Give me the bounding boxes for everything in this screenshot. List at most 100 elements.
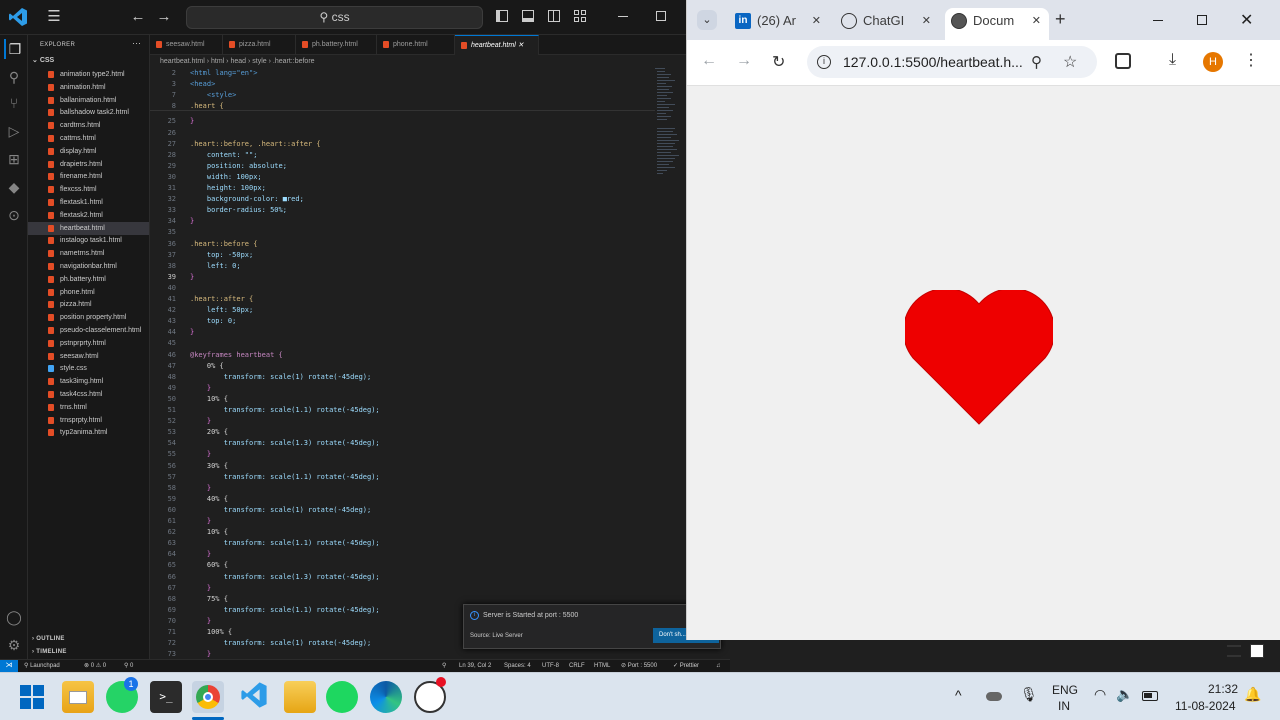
file-item[interactable]: flextask1.html — [28, 196, 149, 209]
toggle-panel-icon[interactable] — [522, 10, 534, 22]
breadcrumb-item[interactable]: heartbeat.html — [160, 58, 205, 65]
file-item[interactable]: heartbeat.html — [28, 221, 149, 235]
encoding-status[interactable]: UTF-8 — [542, 660, 559, 672]
file-item[interactable]: flextask2.html — [28, 209, 149, 222]
file-item[interactable]: cattms.html — [28, 132, 149, 145]
explorer-icon[interactable]: ❐ — [4, 39, 24, 59]
browser-tab[interactable]: in (26) Ar ✕ — [729, 8, 829, 40]
clock-date[interactable]: 11-08-2024 — [1175, 699, 1236, 713]
python-icon[interactable]: ◆ — [4, 177, 24, 197]
live-server-port[interactable]: ⊘ Port : 5500 — [621, 660, 657, 672]
close-tab-icon[interactable]: ✕ — [922, 8, 931, 34]
customize-layout-icon[interactable] — [574, 10, 588, 22]
language-status[interactable]: HTML — [594, 660, 610, 672]
windows-start-icon[interactable] — [20, 685, 44, 709]
breadcrumb-item[interactable]: .heart::before — [273, 58, 315, 65]
launchpad-status[interactable]: ⚲ Launchpad — [24, 660, 60, 672]
breadcrumb-item[interactable]: html — [211, 58, 224, 65]
file-item[interactable]: ballshadow task2.html — [28, 106, 149, 119]
chrome-maximize-icon[interactable] — [1197, 15, 1207, 25]
file-item[interactable]: flexcss.html — [28, 183, 149, 196]
minimize-icon[interactable] — [618, 16, 628, 17]
close-tab-icon[interactable]: ✕ — [1032, 8, 1041, 34]
file-item[interactable]: firename.html — [28, 170, 149, 183]
ports-status[interactable]: ⚲ 0 — [124, 660, 133, 672]
file-item[interactable]: trnsprpty.html — [28, 414, 149, 427]
code-editor[interactable]: 2 <html lang="en"> 3 <head> 7 <style> 8 .heart… — [150, 68, 655, 659]
zoom-icon[interactable]: ⚲ — [442, 660, 446, 672]
indentation-status[interactable]: Spaces: 4 — [504, 660, 531, 672]
clock-time[interactable]: 21:32 — [1208, 682, 1238, 696]
terminal-icon[interactable]: >_ — [150, 681, 182, 713]
list-view-icon[interactable] — [1227, 645, 1241, 657]
file-item[interactable]: animation.html — [28, 81, 149, 94]
wifi-icon[interactable]: ◠ — [1094, 686, 1106, 703]
file-item[interactable]: seesaw.html — [28, 350, 149, 363]
file-item[interactable]: nametrns.html — [28, 247, 149, 260]
account-icon[interactable]: ◯ — [4, 607, 24, 627]
notifications-bell-icon[interactable]: ♫ — [716, 660, 721, 672]
site-info-icon[interactable]: i — [817, 55, 831, 69]
file-item[interactable]: phone.html — [28, 286, 149, 299]
tile-view-icon[interactable] — [1250, 644, 1264, 658]
chrome-close-icon[interactable]: ✕ — [1240, 10, 1253, 30]
back-arrow-icon[interactable]: ← — [128, 7, 148, 27]
breadcrumb-item[interactable]: head — [230, 58, 246, 65]
file-explorer-window-icon[interactable] — [62, 681, 94, 713]
editor-tab[interactable]: heartbeat.html ✕ — [455, 35, 539, 55]
file-item[interactable]: trns.html — [28, 401, 149, 414]
new-tab-plus-icon[interactable]: + — [1055, 9, 1066, 30]
file-item[interactable]: task4css.html — [28, 388, 149, 401]
browser-tab[interactable]: ChatGI ✕ — [835, 8, 939, 40]
problems-status[interactable]: ⊗ 0 ⚠ 0 — [84, 660, 106, 672]
file-item[interactable]: position property.html — [28, 311, 149, 324]
file-item[interactable]: ph.battery.html — [28, 273, 149, 286]
folder-css[interactable]: ⌄ CSS — [32, 56, 54, 64]
forward-arrow-icon[interactable]: → — [154, 7, 174, 27]
input-region[interactable]: IN — [1058, 699, 1070, 713]
source-control-icon[interactable]: ⑂ — [4, 93, 24, 113]
outline-section[interactable]: › OUTLINE — [32, 636, 65, 642]
file-item[interactable]: instalogo task1.html — [28, 234, 149, 247]
file-item[interactable]: drapietrs.html — [28, 158, 149, 171]
menu-icon[interactable]: ☰ — [44, 7, 64, 27]
onedrive-cloud-icon[interactable] — [986, 692, 1002, 701]
editor-tab[interactable]: seesaw.html — [150, 35, 223, 55]
vscode-taskbar-icon[interactable] — [240, 681, 268, 709]
remote-explorer-icon[interactable]: ⊙ — [4, 205, 24, 225]
more-actions-icon[interactable]: ··· — [132, 38, 141, 48]
chatgpt-icon[interactable] — [414, 677, 446, 713]
extensions-puzzle-icon[interactable] — [1115, 53, 1131, 69]
close-tab-icon[interactable]: ✕ — [516, 42, 524, 49]
file-item[interactable]: ballanimation.html — [28, 94, 149, 107]
reload-icon[interactable]: ↻ — [772, 52, 785, 72]
bookmark-star-icon[interactable]: ☆ — [1063, 52, 1077, 72]
input-language[interactable]: ENG — [1052, 683, 1078, 697]
chrome-taskbar-icon[interactable] — [192, 681, 224, 713]
url-text[interactable]: 127.0.0.1:5500/heartbeat.h... — [843, 46, 1023, 78]
split-editor-icon[interactable] — [548, 10, 560, 22]
file-explorer-icon[interactable] — [284, 681, 316, 713]
file-item[interactable]: animation type2.html — [28, 68, 149, 81]
file-item[interactable]: display.html — [28, 145, 149, 158]
profile-avatar[interactable]: H — [1203, 52, 1223, 72]
timeline-section[interactable]: › TIMELINE — [32, 649, 67, 655]
command-center-search[interactable]: ⚲ css — [186, 6, 483, 29]
run-debug-icon[interactable]: ▷ — [4, 121, 24, 141]
chrome-menu-icon[interactable]: ⋮ — [1243, 50, 1259, 70]
file-item[interactable]: pstnprprty.html — [28, 337, 149, 350]
remote-indicator-icon[interactable]: ⋊ — [0, 660, 18, 672]
editor-tab[interactable]: phone.html — [377, 35, 455, 55]
tab-search-chevron-icon[interactable]: ⌄ — [697, 10, 717, 30]
show-hidden-icons-chevron-icon[interactable]: ^ — [955, 687, 962, 703]
minimap[interactable] — [655, 68, 685, 188]
extensions-icon[interactable]: ⊞ — [4, 149, 24, 169]
file-item[interactable]: pseudo-classelement.html — [28, 324, 149, 337]
microphone-icon[interactable]: 🎙 — [1020, 686, 1038, 703]
forward-icon[interactable]: → — [736, 52, 752, 70]
volume-icon[interactable]: 🔈 — [1116, 686, 1133, 703]
eol-status[interactable]: CRLF — [569, 660, 585, 672]
browser-tab[interactable]: Docum ✕ — [945, 8, 1049, 40]
file-item[interactable]: task3img.html — [28, 375, 149, 388]
editor-tab[interactable]: pizza.html — [223, 35, 296, 55]
